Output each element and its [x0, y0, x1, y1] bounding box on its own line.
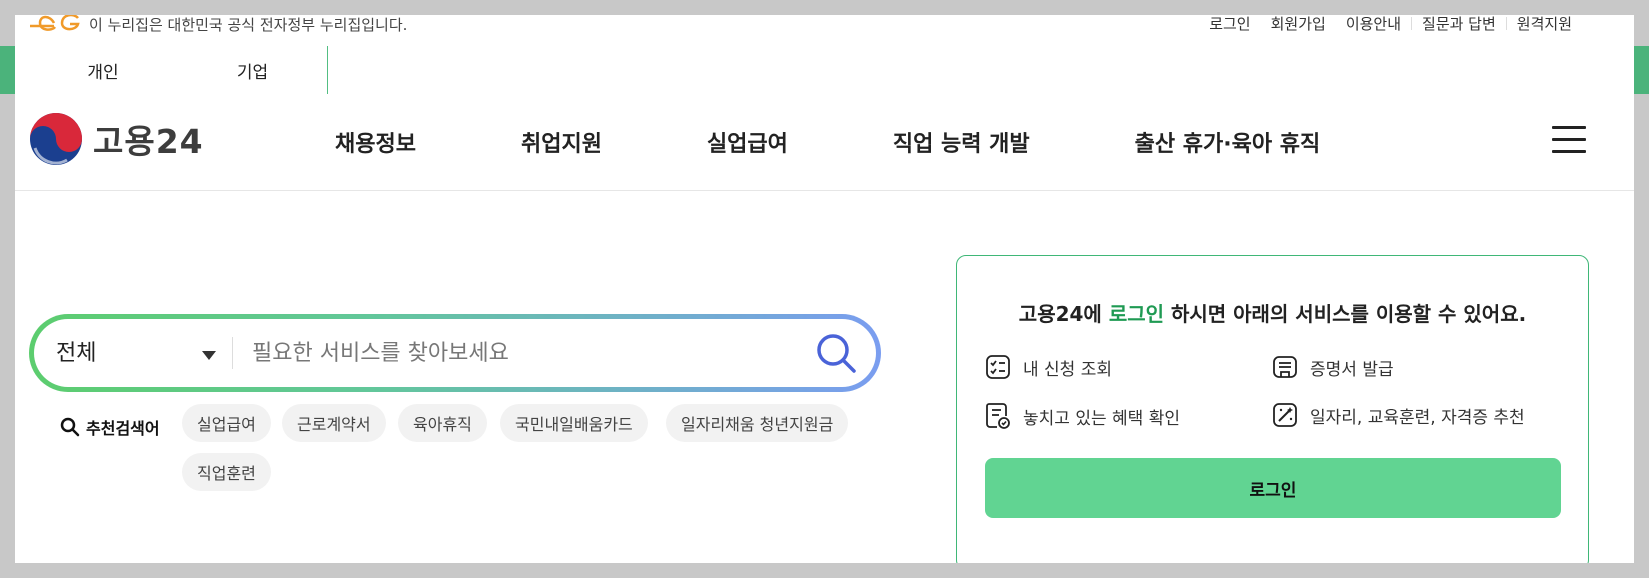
tab-business[interactable]: 기업 — [178, 46, 328, 94]
util-qna-link[interactable]: 질문과 답변 — [1412, 15, 1506, 34]
keyword-chip[interactable]: 근로계약서 — [282, 404, 386, 442]
caret-down-icon[interactable] — [202, 351, 216, 360]
search-icon[interactable] — [814, 331, 858, 375]
magic-wand-icon — [1273, 403, 1297, 427]
search-input[interactable] — [252, 333, 772, 373]
egov-logo-icon — [30, 15, 80, 31]
nav-job-info[interactable]: 채용정보 — [335, 126, 416, 158]
util-signup-link[interactable]: 회원가입 — [1261, 15, 1336, 34]
keyword-chip[interactable]: 국민내일배움카드 — [500, 404, 648, 442]
brand-name: 고용24 — [93, 122, 204, 161]
service-certificate-issue[interactable]: 증명서 발급 — [1272, 354, 1394, 380]
service-job-training-recommend[interactable]: 일자리, 교육훈련, 자격증 추천 — [1272, 402, 1525, 428]
login-card-title: 고용24에 로그인 하시면 아래의 서비스를 이용할 수 있어요. — [1018, 302, 1527, 326]
keyword-chip[interactable]: 실업급여 — [182, 404, 271, 442]
checklist-icon — [986, 355, 1010, 379]
tab-individual[interactable]: 개인 — [28, 46, 178, 94]
nav-unemployment-benefit[interactable]: 실업급여 — [707, 126, 788, 158]
util-links: 로그인 회원가입 이용안내 질문과 답변 원격지원 — [1199, 15, 1582, 34]
gov-banner-text: 이 누리집은 대한민국 공식 전자정부 누리집입니다. — [89, 16, 408, 34]
brand-logo[interactable]: 고용24 — [29, 112, 204, 166]
keyword-chip[interactable]: 일자리채움 청년지원금 — [666, 404, 849, 442]
util-remote-support-link[interactable]: 원격지원 — [1507, 15, 1582, 34]
search-scope-select[interactable]: 전체 — [56, 335, 96, 367]
main-nav: 채용정보 취업지원 실업급여 직업 능력 개발 출산 휴가·육아 휴직 — [335, 94, 1320, 190]
nav-maternity-childcare-leave[interactable]: 출산 휴가·육아 휴직 — [1135, 126, 1321, 158]
nav-vocational-training[interactable]: 직업 능력 개발 — [893, 126, 1030, 158]
login-card: 고용24에 로그인 하시면 아래의 서비스를 이용할 수 있어요. 내 신청 조… — [956, 255, 1589, 563]
keyword-chip[interactable]: 육아휴직 — [398, 404, 487, 442]
benefit-document-icon — [986, 403, 1010, 429]
gov-banner: 이 누리집은 대한민국 공식 전자정부 누리집입니다. 로그인 회원가입 이용안… — [15, 15, 1634, 45]
nav-employment-support[interactable]: 취업지원 — [521, 126, 602, 158]
keyword-chip[interactable]: 직업훈련 — [182, 453, 271, 491]
search-box: 전체 — [29, 314, 881, 392]
site-header: 고용24 채용정보 취업지원 실업급여 직업 능력 개발 출산 휴가·육아 휴직 — [15, 94, 1634, 191]
recommended-keywords-label: 추천검색어 — [60, 415, 160, 439]
service-my-applications[interactable]: 내 신청 조회 — [985, 354, 1112, 380]
taegeuk-logo-icon — [30, 113, 82, 165]
util-login-link[interactable]: 로그인 — [1199, 15, 1260, 34]
util-guide-link[interactable]: 이용안내 — [1336, 15, 1411, 34]
login-button[interactable]: 로그인 — [985, 458, 1561, 518]
page: 이 누리집은 대한민국 공식 전자정부 누리집입니다. 로그인 회원가입 이용안… — [15, 15, 1634, 563]
certificate-icon — [1273, 356, 1297, 378]
search-icon — [60, 417, 80, 437]
hamburger-menu-icon[interactable] — [1552, 126, 1586, 154]
service-missed-benefits[interactable]: 놓치고 있는 혜택 확인 — [985, 402, 1180, 430]
